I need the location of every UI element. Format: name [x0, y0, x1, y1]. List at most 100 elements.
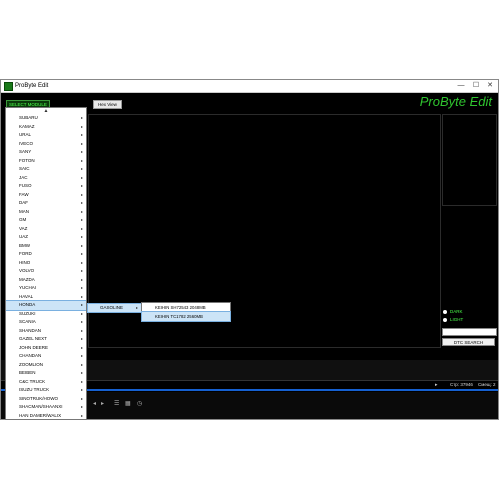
back-icon[interactable]: ◂ [93, 400, 96, 407]
chevron-right-icon: ▸ [80, 412, 83, 418]
forward-icon[interactable]: ▸ [101, 400, 104, 407]
chevron-right-icon: ▸ [80, 225, 83, 231]
brand-logo-text: ProByte Edit [419, 94, 492, 109]
menu-item[interactable]: JOHN DEERE ▸ [6, 344, 86, 353]
menu-item[interactable]: BMW ▸ [6, 242, 86, 251]
chevron-right-icon: ▸ [80, 251, 83, 256]
menu-item[interactable]: DAF ▸ [6, 199, 86, 208]
menu-item[interactable]: HAVAL ▸ [6, 293, 86, 302]
menu-item[interactable]: GAZEL NEXT ▸ [6, 335, 86, 344]
chevron-right-icon: ▸ [80, 191, 83, 197]
menu-item[interactable]: C&C TRUCK ▸ [6, 378, 86, 387]
window-title: ProByte Edit [15, 83, 49, 89]
chevron-right-icon: ▸ [80, 259, 83, 265]
dtc-search-input[interactable] [442, 328, 497, 336]
menu-item[interactable]: BEIBEN ▸ [6, 369, 86, 378]
ecu-item[interactable]: KEIHIN TC1782 2560MB [141, 311, 231, 322]
chevron-right-icon: ▸ [80, 217, 83, 222]
light-label: LIGHT [450, 317, 464, 322]
menu-item[interactable]: MAZDA ▸ [6, 276, 86, 285]
menu-item[interactable]: CHANDAN ▸ [6, 352, 86, 361]
menu-item[interactable]: SANY ▸ [6, 148, 86, 157]
offset-readout: Смещ: 2 [478, 382, 496, 387]
chevron-right-icon: ▸ [80, 140, 83, 146]
chevron-right-icon: ▸ [80, 387, 83, 392]
grid-icon[interactable]: ▦ [125, 400, 131, 407]
chevron-right-icon: ▸ [80, 302, 83, 307]
hex-view-tab[interactable]: Hex View [93, 100, 122, 109]
menu-item[interactable]: ZOOMLION ▸ [6, 361, 86, 370]
ecu-submenu[interactable]: KEIHIN SH72543 2048MB KEIHIN TC1782 2560… [141, 302, 231, 322]
chevron-right-icon: ▸ [80, 234, 83, 239]
menu-item[interactable]: URAL ▸ [6, 131, 86, 140]
menu-item[interactable]: SUZUKI ▸ [6, 310, 86, 319]
chevron-right-icon: ▸ [80, 157, 83, 163]
light-theme-option[interactable]: LIGHT [443, 317, 463, 323]
fuel-submenu[interactable]: GASOLINE ▸ [87, 303, 142, 313]
chevron-right-icon: ▸ [435, 382, 438, 388]
chevron-right-icon: ▸ [80, 149, 83, 154]
menu-item[interactable]: VAZ ▸ [6, 225, 86, 234]
dark-label: DARK [450, 309, 463, 314]
app-icon [4, 82, 13, 91]
submenu-item-gasoline[interactable]: GASOLINE ▸ [87, 303, 142, 313]
chevron-right-icon: ▸ [80, 353, 83, 358]
chevron-right-icon: ▸ [80, 183, 83, 188]
menu-item[interactable]: HAN DAMER/WALIX ▸ [6, 412, 86, 420]
menu-item[interactable]: SAIC ▸ [6, 165, 86, 174]
close-button[interactable]: ✕ [483, 80, 497, 92]
menu-item[interactable]: GM ▸ [6, 216, 86, 225]
chevron-right-icon: ▸ [80, 115, 83, 120]
chevron-right-icon: ▸ [80, 285, 83, 290]
dtc-search-button[interactable]: DTC SEARCH [442, 338, 495, 346]
chevron-right-icon: ▸ [80, 208, 83, 214]
radio-icon [443, 309, 447, 314]
menu-item[interactable]: ISUZU TRUCK ▸ [6, 386, 86, 395]
chevron-right-icon: ▸ [80, 166, 83, 171]
chevron-right-icon: ▸ [80, 123, 83, 129]
chevron-right-icon: ▸ [80, 174, 83, 180]
menu-item[interactable]: JAC ▸ [6, 174, 86, 183]
chevron-right-icon: ▸ [80, 310, 83, 316]
clock-icon[interactable]: ◷ [137, 400, 142, 407]
menu-item[interactable]: FUSO ▸ [6, 182, 86, 191]
chevron-right-icon: ▸ [80, 242, 83, 248]
menu-item[interactable]: SCANIA ▸ [6, 318, 86, 327]
chevron-right-icon: ▸ [135, 305, 138, 310]
menu-item[interactable]: FOTON ▸ [6, 157, 86, 166]
list-icon[interactable]: ☰ [114, 400, 119, 407]
chevron-right-icon: ▸ [80, 404, 83, 409]
menu-item[interactable]: MAN ▸ [6, 208, 86, 217]
chevron-right-icon: ▸ [80, 200, 83, 205]
chevron-right-icon: ▸ [80, 268, 83, 273]
menu-item[interactable]: SUBARU ▸ [6, 114, 86, 123]
position-readout: Стр: 37946 [450, 382, 473, 387]
chevron-right-icon: ▸ [80, 395, 83, 401]
ecu-item[interactable]: KEIHIN SH72543 2048MB [142, 303, 230, 312]
chevron-right-icon: ▸ [80, 293, 83, 299]
menu-item[interactable]: SHANDAN ▸ [6, 327, 86, 336]
radio-icon [443, 317, 447, 322]
chevron-right-icon: ▸ [80, 378, 83, 384]
chevron-right-icon: ▸ [80, 319, 83, 324]
chevron-right-icon: ▸ [80, 336, 83, 341]
menu-item[interactable]: FORD ▸ [6, 250, 86, 259]
chevron-right-icon: ▸ [80, 344, 83, 350]
chevron-right-icon: ▸ [80, 361, 83, 367]
menu-item[interactable]: YUCHAI ▸ [6, 284, 86, 293]
menu-item[interactable]: IVECO ▸ [6, 140, 86, 149]
menu-item[interactable]: HINO ▸ [6, 259, 86, 268]
dark-theme-option[interactable]: DARK [443, 309, 463, 315]
chevron-right-icon: ▸ [80, 327, 83, 333]
menu-item[interactable]: SHACMAN/SHAANXI ▸ [6, 403, 86, 412]
menu-item[interactable]: FAW ▸ [6, 191, 86, 200]
menu-item[interactable]: HONDA ▸ [6, 300, 86, 311]
maximize-button[interactable]: ☐ [469, 80, 483, 92]
menu-item[interactable]: UAZ ▸ [6, 233, 86, 242]
menu-item[interactable]: KAMAZ ▸ [6, 123, 86, 132]
minimize-button[interactable]: — [454, 80, 468, 92]
menu-item[interactable]: SINOTRUK/HOWO ▸ [6, 395, 86, 404]
module-dropdown-menu[interactable]: ▲ SUBARU ▸ KAMAZ ▸ URAL ▸ IVECO ▸ SANY ▸ FOTON ▸ SAI… [5, 107, 87, 420]
title-bar: ProByte Edit — ☐ ✕ [1, 80, 498, 93]
menu-item[interactable]: VOLVO ▸ [6, 267, 86, 276]
